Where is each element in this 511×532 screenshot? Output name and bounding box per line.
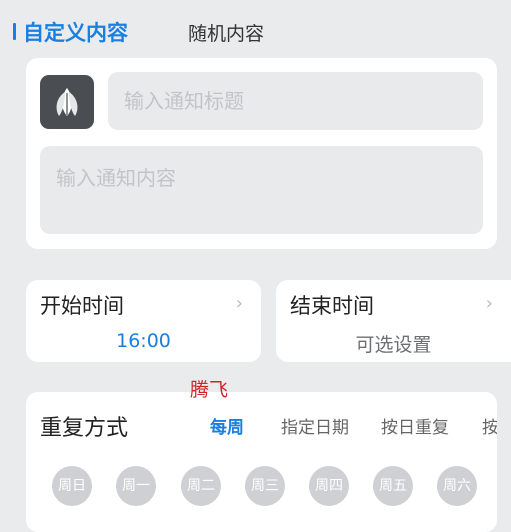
repeat-mode-daily[interactable]: 按日重复	[381, 413, 449, 438]
repeat-mode-weekly[interactable]: 每周	[210, 413, 244, 438]
chevron-right-icon: ›	[485, 293, 493, 314]
app-icon[interactable]	[40, 75, 94, 129]
tab-active-indicator	[13, 23, 16, 40]
notification-title-input[interactable]	[108, 72, 483, 130]
three-petal-leaf-icon	[56, 88, 78, 116]
day-thursday[interactable]: 周四	[309, 466, 349, 506]
day-sunday[interactable]: 周日	[52, 466, 92, 506]
repeat-mode-specific-date[interactable]: 指定日期	[281, 413, 349, 438]
repeat-mode-more[interactable]: 按	[482, 413, 497, 438]
end-time-label: 结束时间	[290, 294, 374, 318]
tab-custom-content[interactable]: 自定义内容	[23, 17, 128, 47]
notification-content-input[interactable]	[40, 146, 483, 234]
repeat-card: 重复方式 每周 指定日期 按日重复 按 周日 周一 周二 周三 周四 周五 周六	[26, 392, 497, 532]
repeat-label: 重复方式	[40, 416, 129, 441]
watermark-text: 腾飞	[190, 379, 229, 401]
day-monday[interactable]: 周一	[116, 466, 156, 506]
day-friday[interactable]: 周五	[373, 466, 413, 506]
day-wednesday[interactable]: 周三	[245, 466, 285, 506]
day-saturday[interactable]: 周六	[437, 466, 477, 506]
day-tuesday[interactable]: 周二	[181, 466, 221, 506]
notification-input-card	[26, 58, 497, 249]
end-time-card[interactable]: 结束时间 › 可选设置	[276, 280, 511, 362]
tab-random-content[interactable]: 随机内容	[188, 19, 264, 46]
end-time-value: 可选设置	[355, 334, 432, 356]
tab-bar: 自定义内容 随机内容	[0, 0, 511, 56]
chevron-right-icon: ›	[235, 293, 243, 314]
start-time-card[interactable]: 开始时间 › 16:00	[26, 280, 261, 362]
start-time-label: 开始时间	[40, 294, 124, 318]
start-time-value: 16:00	[116, 330, 171, 352]
